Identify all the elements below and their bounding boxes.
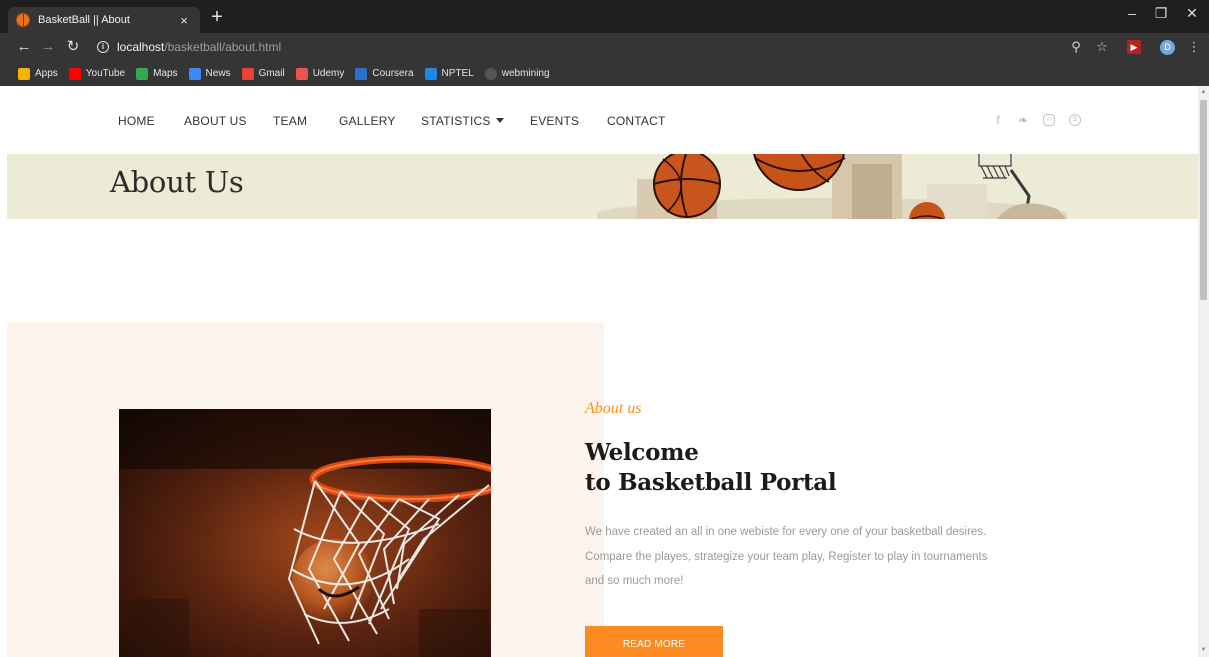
bookmark-apps[interactable]: Apps [18, 67, 58, 80]
github-icon [484, 67, 497, 80]
browser-tab-bar: BasketBall || About × + – ❐ ✕ [0, 0, 1209, 33]
nav-statistics-label: STATISTICS [421, 114, 491, 128]
bookmark-news[interactable]: News [188, 67, 231, 80]
page-title: About Us [110, 165, 244, 199]
url-path: /basketball/about.html [164, 40, 282, 54]
bookmark-webmining[interactable]: webmining [484, 67, 550, 80]
bookmark-label: NPTEL [441, 68, 474, 79]
zoom-icon[interactable]: ⚲ [1067, 38, 1085, 56]
address-bar: ← → ↻ i localhost/basketball/about.html … [0, 33, 1209, 61]
bookmark-label: Coursera [372, 68, 414, 79]
bookmark-nptel[interactable]: NPTEL [424, 67, 474, 80]
bookmark-youtube[interactable]: YouTube [68, 67, 126, 80]
twitter-icon[interactable]: ❧ [1015, 112, 1031, 128]
youtube-icon [68, 67, 81, 80]
avatar[interactable]: D [1160, 40, 1175, 55]
bookmarks-bar: Apps YouTube Maps News Gmail Udemy Cours… [0, 61, 1209, 86]
scroll-down-icon[interactable]: ▼ [1199, 646, 1208, 655]
section-headline: Welcome to Basketball Portal [585, 438, 837, 498]
pdf-extension-icon[interactable]: ▶ [1127, 40, 1141, 54]
scroll-thumb[interactable] [1200, 100, 1207, 300]
page-header-banner: About Us [7, 154, 1198, 219]
info-icon[interactable]: i [97, 41, 109, 53]
tab-title: BasketBall || About [38, 14, 130, 26]
headline-line-2: to Basketball Portal [585, 469, 837, 496]
star-icon[interactable]: ☆ [1093, 38, 1111, 56]
coursera-icon [355, 67, 368, 80]
instagram-icon[interactable]: ○ [1043, 114, 1055, 126]
tab-close-icon[interactable]: × [176, 13, 192, 28]
nav-team[interactable]: TEAM [273, 114, 307, 128]
bookmark-gmail[interactable]: Gmail [241, 67, 285, 80]
apps-grid-icon [18, 67, 30, 80]
nav-about-us[interactable]: ABOUT US [184, 114, 247, 128]
chevron-down-icon [495, 118, 504, 123]
nav-home[interactable]: HOME [118, 114, 155, 128]
nav-gallery[interactable]: GALLERY [339, 114, 396, 128]
menu-kebab-icon[interactable]: ⋮ [1185, 38, 1203, 56]
read-more-button[interactable]: READ MORE [585, 626, 723, 657]
scroll-up-icon[interactable]: ▲ [1199, 88, 1208, 97]
site-navigation: HOME ABOUT US TEAM GALLERY STATISTICS EV… [0, 86, 1198, 154]
bookmark-label: Gmail [258, 68, 285, 79]
reload-icon[interactable]: ↻ [63, 37, 83, 57]
basketballs-illustration [597, 154, 1067, 219]
bookmark-label: webmining [501, 68, 550, 79]
headline-line-1: Welcome [585, 439, 699, 466]
section-description: We have created an all in one webiste fo… [585, 526, 988, 587]
close-window-icon[interactable]: ✕ [1177, 5, 1207, 22]
url-host: localhost [117, 40, 165, 54]
skype-icon[interactable]: S [1069, 114, 1081, 126]
bookmark-maps[interactable]: Maps [136, 67, 178, 80]
section-kicker: About us [585, 400, 642, 417]
restore-icon[interactable]: ❐ [1146, 5, 1176, 22]
nav-statistics[interactable]: STATISTICS [421, 114, 504, 128]
bookmark-udemy[interactable]: Udemy [295, 67, 345, 80]
browser-tab[interactable]: BasketBall || About × [8, 7, 200, 33]
web-page: HOME ABOUT US TEAM GALLERY STATISTICS EV… [0, 86, 1198, 657]
nav-contact[interactable]: CONTACT [607, 114, 666, 128]
minimize-icon[interactable]: – [1117, 5, 1147, 21]
bookmark-label: Apps [35, 68, 58, 79]
nptel-icon [424, 67, 437, 80]
basketball-hoop-photo [119, 409, 491, 657]
bookmark-label: Udemy [312, 68, 345, 79]
gmail-icon [241, 67, 254, 80]
bookmark-label: YouTube [85, 68, 126, 79]
forward-icon[interactable]: → [38, 37, 58, 57]
url-field[interactable]: i localhost/basketball/about.html [97, 38, 281, 56]
udemy-icon [295, 67, 308, 80]
maps-icon [136, 67, 149, 80]
vertical-scrollbar[interactable]: ▲ ▼ [1198, 86, 1209, 657]
news-icon [188, 67, 201, 80]
bookmark-label: Maps [153, 68, 178, 79]
bookmark-label: News [205, 68, 231, 79]
bookmark-coursera[interactable]: Coursera [355, 67, 414, 80]
facebook-icon[interactable]: f [990, 112, 1006, 128]
new-tab-button[interactable]: + [206, 7, 228, 29]
back-icon[interactable]: ← [14, 37, 34, 57]
nav-events[interactable]: EVENTS [530, 114, 579, 128]
basketball-favicon-icon [16, 13, 30, 27]
